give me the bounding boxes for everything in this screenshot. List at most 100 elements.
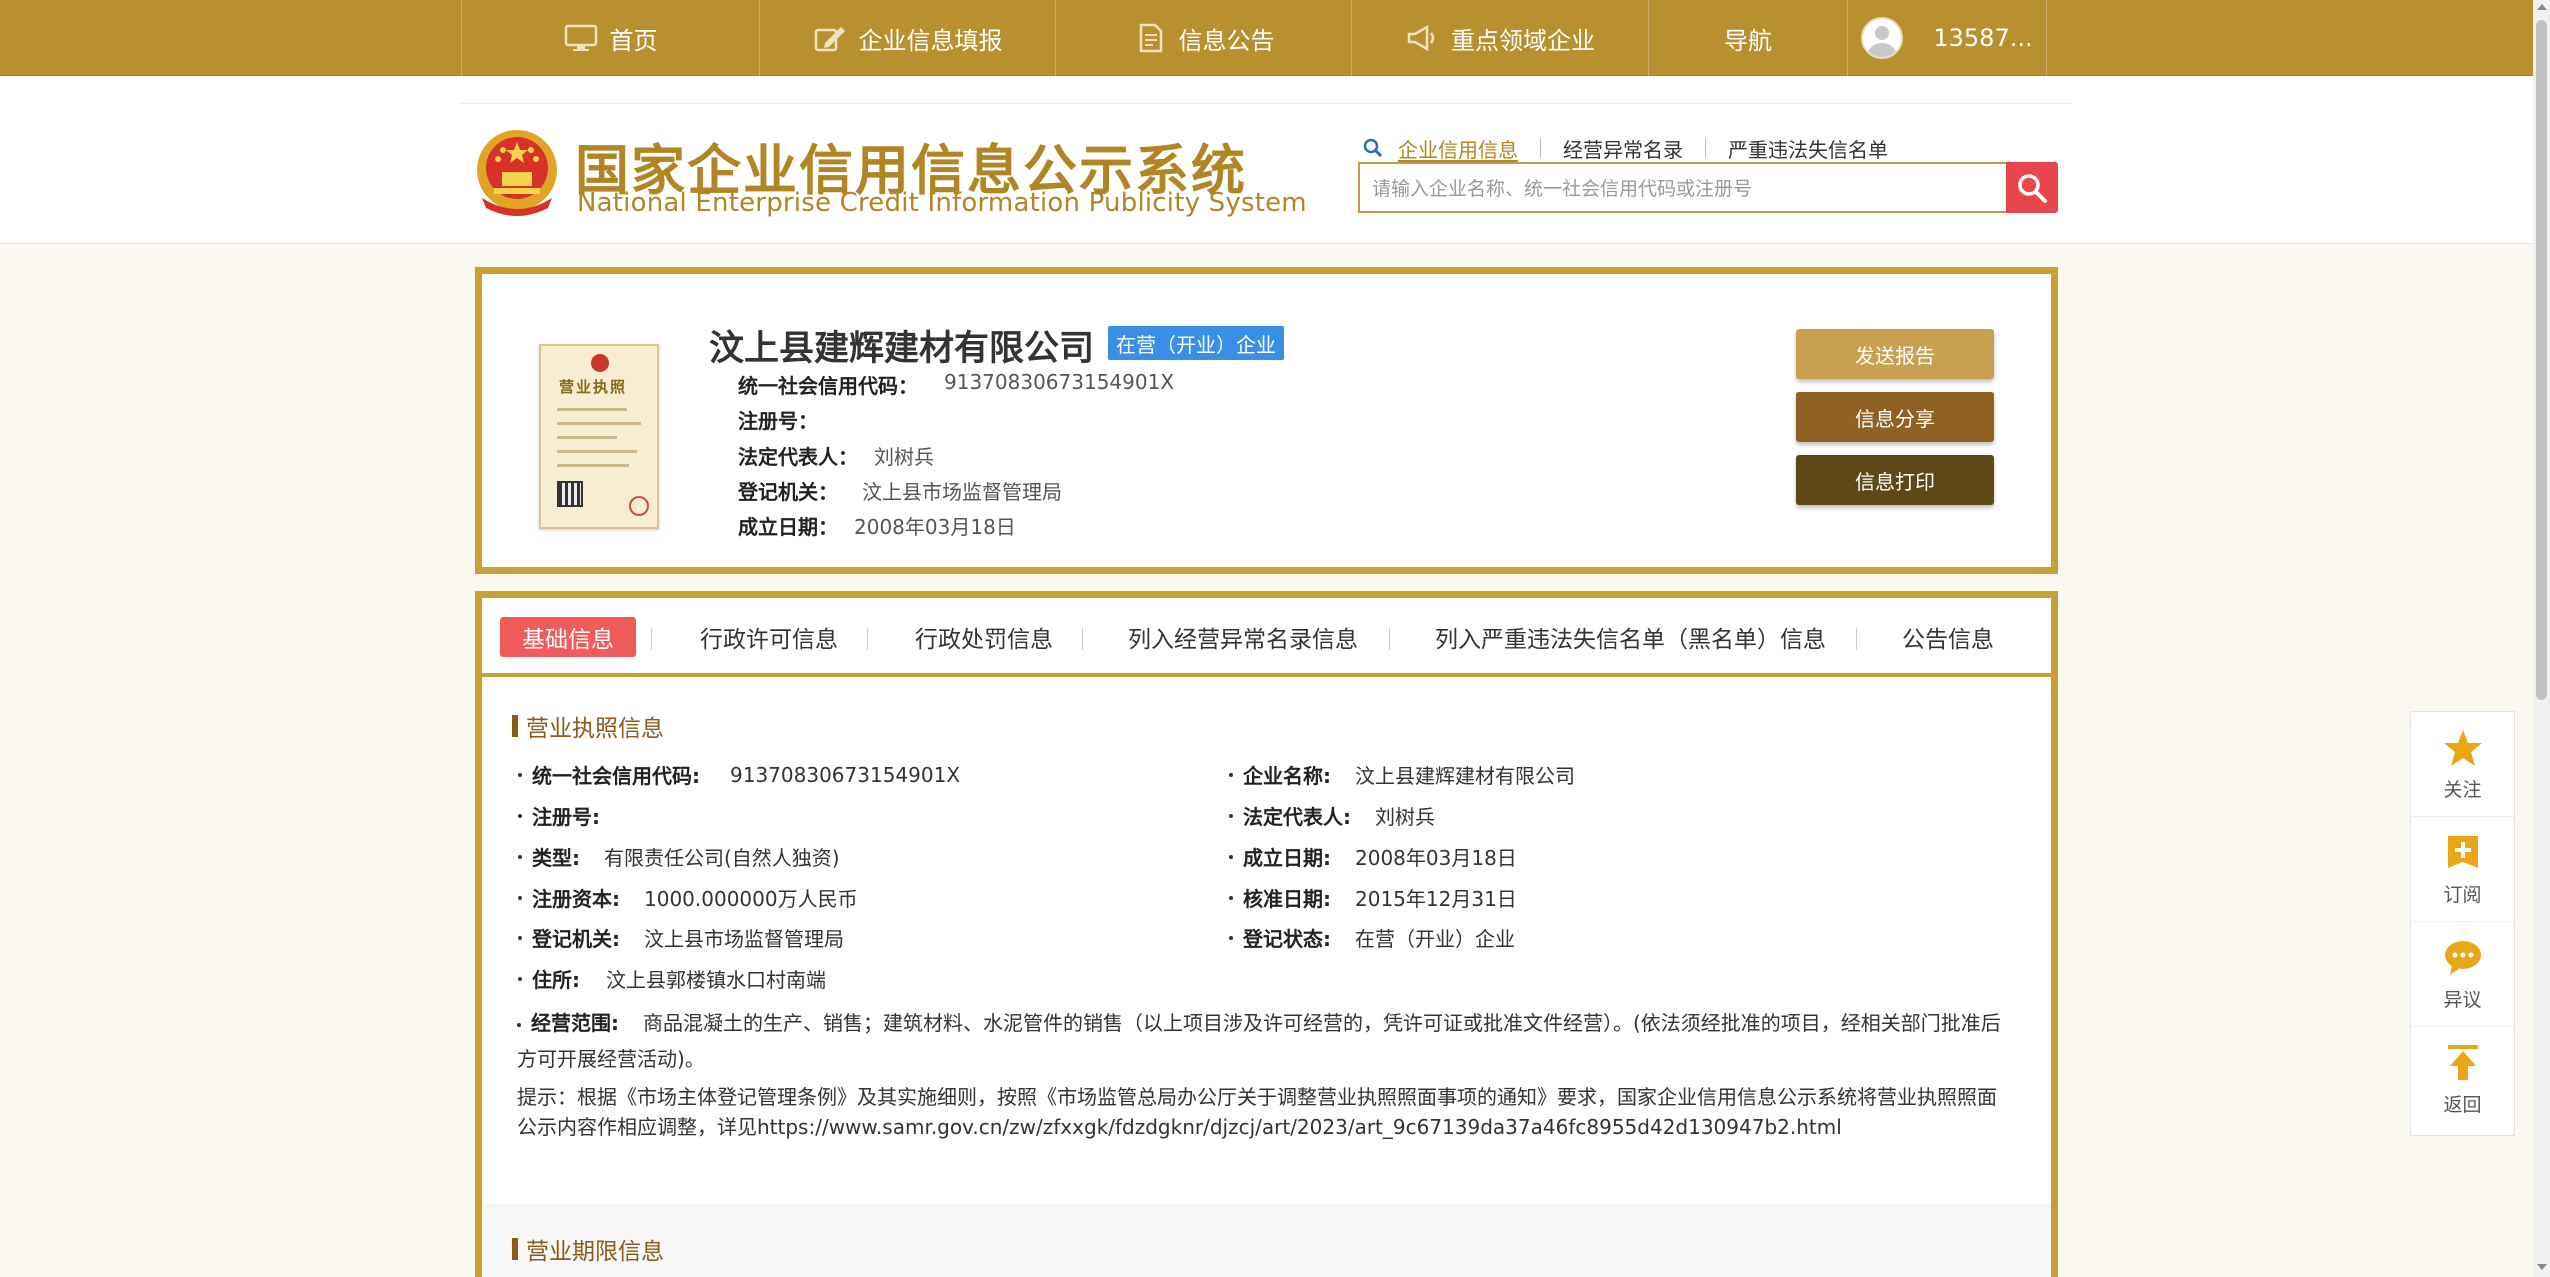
- section-separator: [482, 1204, 2051, 1277]
- business-license-thumbnail[interactable]: 营业执照: [539, 344, 659, 529]
- bullet: [1229, 813, 1233, 818]
- license-title: 营业执照: [559, 378, 628, 396]
- search-tab-abnormal-list[interactable]: 经营异常名录: [1563, 134, 1683, 163]
- print-info-button[interactable]: 信息打印: [1796, 455, 1994, 505]
- comment-icon: [2444, 940, 2481, 975]
- section-title-text: 营业执照信息: [526, 716, 664, 742]
- tab-blacklist[interactable]: 列入严重违法失信名单（黑名单）信息: [1435, 617, 1826, 657]
- field-label: 类型:: [532, 846, 580, 870]
- field-label: 核准日期:: [1243, 887, 1331, 911]
- avatar: [1861, 17, 1904, 59]
- subscribe-icon: [2447, 835, 2478, 868]
- divider: [1705, 138, 1706, 158]
- search-tab-dishonest-list[interactable]: 严重违法失信名单: [1728, 134, 1888, 163]
- tab-admin-penalty[interactable]: 行政处罚信息: [915, 617, 1053, 657]
- field-label: 法定代表人：: [738, 445, 858, 469]
- bullet: [1229, 895, 1233, 900]
- divider: [1082, 628, 1083, 650]
- divider: [651, 628, 652, 650]
- field-credit-code: 统一社会信用代码： 91370830673154901X: [738, 370, 1174, 399]
- bullet: [518, 976, 522, 981]
- follow-button[interactable]: 关注: [2411, 712, 2514, 817]
- field-value: 刘树兵: [874, 445, 934, 469]
- send-report-button[interactable]: 发送报告: [1796, 329, 1994, 379]
- nav-item-enterprise-filing[interactable]: 企业信息填报: [759, 0, 1055, 76]
- field-registration-number: 注册号：: [738, 405, 844, 434]
- nav-item-key-sectors[interactable]: 重点领域企业: [1351, 0, 1648, 76]
- tab-announcements[interactable]: 公告信息: [1902, 617, 1994, 657]
- divider: [867, 628, 868, 650]
- field-legal-representative: 法定代表人： 刘树兵: [738, 441, 934, 470]
- objection-button[interactable]: 异议: [2411, 922, 2514, 1027]
- search-type-tabs: 企业信用信息 经营异常名录 严重违法失信名单: [1362, 130, 1888, 166]
- monitor-icon: [564, 23, 598, 53]
- license-text-line: [557, 408, 627, 411]
- search-input[interactable]: 请输入企业名称、统一社会信用代码或注册号: [1358, 162, 2008, 213]
- tab-basic-info[interactable]: 基础信息: [500, 617, 636, 657]
- license-emblem: [591, 354, 609, 372]
- basic-info-panel: 营业执照信息 统一社会信用代码: 91370830673154901X 注册号:…: [475, 677, 2058, 1277]
- field-label: 注册资本:: [532, 887, 620, 911]
- toolbar-label: 返回: [2443, 1094, 2482, 1116]
- field-value: 汶上县市场监督管理局: [862, 480, 1062, 504]
- license-text-line: [557, 436, 617, 439]
- scroll-thumb[interactable]: [2536, 20, 2547, 700]
- info-row: 住所: 汶上县郭楼镇水口村南端: [518, 964, 826, 993]
- national-emblem-logo: [477, 130, 557, 216]
- company-name: 汶上县建辉建材有限公司: [709, 329, 1095, 369]
- field-label: 登记机关:: [532, 927, 620, 951]
- info-row: 注册资本: 1000.000000万人民币: [518, 883, 858, 912]
- nav-item-announcements[interactable]: 信息公告: [1055, 0, 1351, 76]
- field-value: 在营（开业）企业: [1355, 927, 1515, 951]
- field-value: 1000.000000万人民币: [644, 887, 858, 911]
- bullet: [518, 895, 522, 900]
- site-header: 国家企业信用信息公示系统 National Enterprise Credit …: [0, 76, 2533, 244]
- page-scrollbar[interactable]: [2533, 0, 2550, 1277]
- toolbar-label: 异议: [2443, 988, 2482, 1011]
- info-tabs: 基础信息 行政许可信息 行政处罚信息 列入经营异常名录信息 列入严重违法失信名单…: [475, 591, 2058, 677]
- field-label: 成立日期:: [1243, 846, 1331, 870]
- bullet: [1229, 935, 1233, 940]
- info-row: 类型: 有限责任公司(自然人独资): [518, 842, 840, 871]
- field-value: 91370830673154901X: [730, 762, 961, 787]
- user-menu[interactable]: 13587...: [1847, 0, 2047, 76]
- field-value: 有限责任公司(自然人独资): [604, 846, 840, 870]
- share-info-button[interactable]: 信息分享: [1796, 392, 1994, 442]
- section-title-text: 营业期限信息: [526, 1239, 664, 1265]
- notice-text: 提示：根据《市场主体登记管理条例》及其实施细则，按照《市场监管总局办公厅关于调整…: [517, 1085, 1997, 1139]
- info-row: 企业名称: 汶上县建辉建材有限公司: [1229, 760, 1575, 789]
- scroll-down-arrow-icon[interactable]: [2537, 1264, 2547, 1270]
- back-to-top-icon: [2447, 1045, 2478, 1080]
- megaphone-icon: [1405, 23, 1439, 53]
- tab-admin-license[interactable]: 行政许可信息: [700, 617, 838, 657]
- field-value: 汶上县建辉建材有限公司: [1355, 764, 1575, 788]
- search-tab-credit-info[interactable]: 企业信用信息: [1398, 134, 1518, 163]
- scroll-up-arrow-icon[interactable]: [2537, 4, 2547, 10]
- field-label: 住所:: [532, 968, 580, 992]
- field-label: 经营范围:: [531, 1011, 619, 1035]
- top-navigation-bar: 首页 企业信息填报 信息公告 重点领域企业 导航 13587...: [0, 0, 2533, 76]
- search-button[interactable]: [2006, 162, 2058, 213]
- field-registration-authority: 登记机关： 汶上县市场监督管理局: [738, 476, 1062, 505]
- nav-item-navigation[interactable]: 导航: [1648, 0, 1847, 76]
- license-text-line: [557, 464, 629, 467]
- bullet: [518, 813, 522, 818]
- nav-item-home[interactable]: 首页: [461, 0, 759, 76]
- edit-icon: [813, 23, 847, 53]
- divider: [1540, 138, 1541, 158]
- info-row: 成立日期: 2008年03月18日: [1229, 842, 1517, 871]
- subscribe-button[interactable]: 订阅: [2411, 817, 2514, 922]
- status-badge: 在营（开业）企业: [1108, 326, 1284, 360]
- nav-item-label: 企业信息填报: [858, 26, 1003, 55]
- field-label: 登记状态:: [1243, 927, 1331, 951]
- business-scope: 经营范围: 商品混凝土的生产、销售；建筑材料、水泥管件的销售（以上项目涉及许可经营…: [517, 1005, 2007, 1077]
- back-to-top-button[interactable]: 返回: [2411, 1027, 2514, 1132]
- field-label: 企业名称:: [1243, 764, 1331, 788]
- field-value: 商品混凝土的生产、销售；建筑材料、水泥管件的销售（以上项目涉及许可经营的，凭许可…: [517, 1011, 2001, 1071]
- search-icon: [2018, 173, 2047, 203]
- field-value: 2008年03月18日: [1355, 846, 1517, 870]
- bullet: [518, 772, 522, 777]
- bullet: [517, 1022, 521, 1027]
- stamp-icon: [629, 496, 649, 516]
- tab-abnormal-operations[interactable]: 列入经营异常名录信息: [1128, 617, 1358, 657]
